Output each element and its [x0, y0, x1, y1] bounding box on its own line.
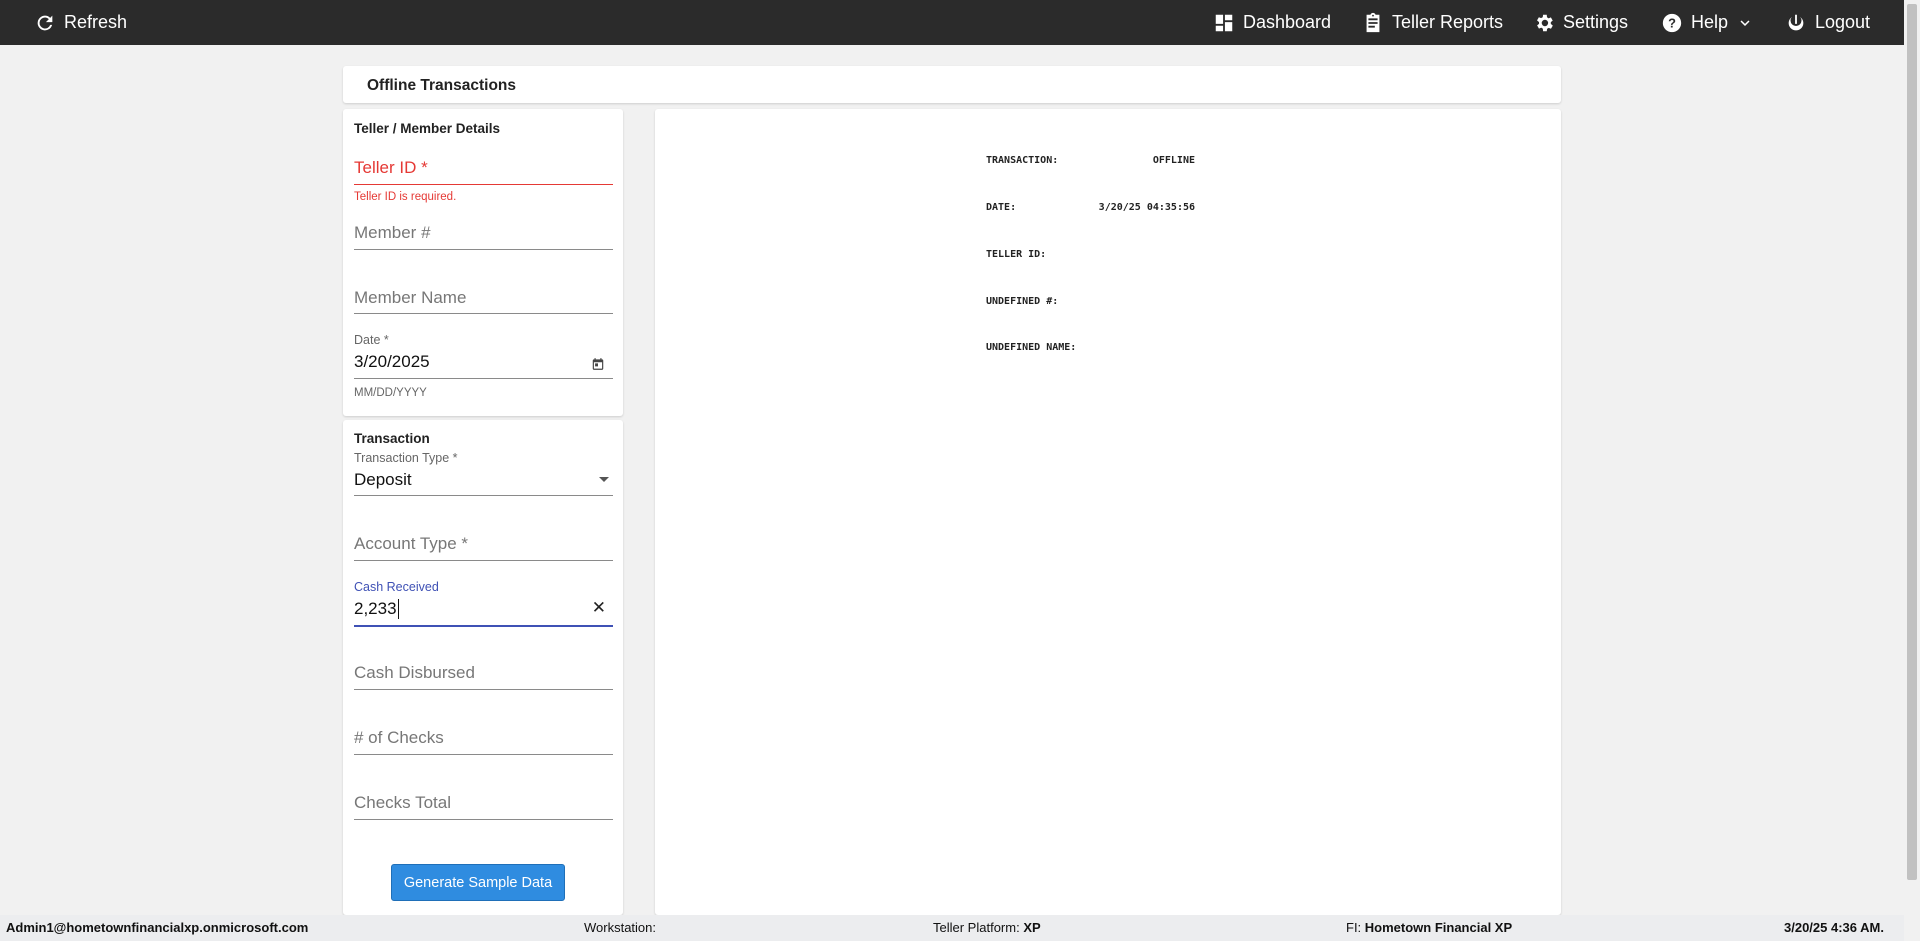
page-title: Offline Transactions	[367, 77, 517, 94]
settings-link[interactable]: Settings	[1533, 0, 1628, 45]
refresh-button[interactable]: Refresh	[34, 0, 127, 45]
account-type-select[interactable]: Account Type *	[354, 531, 613, 561]
transaction-type-label: Transaction Type *	[354, 451, 458, 465]
refresh-icon	[37, 15, 53, 30]
receipt-line: DATE: 3/20/25 04:35:56	[986, 200, 1195, 216]
cash-received-label: Cash Received	[354, 580, 439, 594]
receipt-line: UNDEFINED NAME:	[986, 340, 1195, 356]
help-menu[interactable]: ? Help	[1661, 0, 1754, 45]
teller-id-input[interactable]: Teller ID *	[354, 155, 613, 185]
account-type-placeholder: Account Type *	[354, 534, 469, 553]
dashboard-link[interactable]: Dashboard	[1213, 0, 1331, 45]
receipt-label: TELLER ID:	[986, 248, 1047, 260]
gear-icon	[1537, 14, 1553, 31]
scrollbar[interactable]	[1904, 0, 1920, 941]
teller-reports-label: Teller Reports	[1392, 12, 1504, 32]
num-checks-input[interactable]: # of Checks	[354, 725, 613, 755]
receipt-value: 3/20/25 04:35:56	[1098, 201, 1195, 213]
teller-id-error: Teller ID is required.	[354, 191, 457, 203]
platform-label: Teller Platform:	[933, 920, 1024, 935]
member-number-placeholder: Member #	[354, 223, 431, 242]
details-heading: Teller / Member Details	[354, 121, 501, 136]
teller-platform: Teller Platform: XP	[933, 920, 1041, 935]
receipt-label: TRANSACTION:	[986, 155, 1059, 167]
fi-value: Hometown Financial XP	[1364, 920, 1513, 935]
platform-value: XP	[1023, 920, 1041, 935]
checks-total-input[interactable]: Checks Total	[354, 790, 613, 820]
member-name-placeholder: Member Name	[354, 288, 467, 307]
transaction-heading: Transaction	[354, 431, 430, 446]
fi-info: FI: Hometown Financial XP	[1346, 920, 1512, 935]
date-input[interactable]: Date * 3/20/2025	[354, 333, 613, 379]
num-checks-placeholder: # of Checks	[354, 728, 444, 747]
workstation-label: Workstation:	[584, 920, 657, 935]
member-number-input[interactable]: Member #	[354, 220, 613, 250]
cash-received-value: 2,233	[354, 599, 399, 619]
receipt-label: UNDEFINED #:	[986, 295, 1059, 307]
help-icon: ?	[1662, 13, 1682, 32]
chevron-down-icon	[1740, 19, 1750, 26]
page-header: Offline Transactions	[343, 66, 1561, 103]
dropdown-arrow-icon	[599, 477, 609, 482]
dashboard-label: Dashboard	[1243, 12, 1332, 32]
logout-label: Logout	[1815, 12, 1871, 32]
transaction-type-select[interactable]: Transaction Type * Deposit	[354, 451, 613, 496]
svg-text:?: ?	[1668, 15, 1676, 30]
top-nav-bar: Refresh Dashboard Teller Reports Setting…	[0, 0, 1904, 45]
receipt-line: TELLER ID:	[986, 247, 1195, 263]
power-icon	[1788, 14, 1804, 30]
help-label: Help	[1691, 12, 1729, 32]
fi-label: FI:	[1346, 920, 1365, 935]
clipboard-icon	[1366, 12, 1380, 32]
receipt-line: TRANSACTION: OFFLINE	[986, 153, 1195, 169]
teller-reports-link[interactable]: Teller Reports	[1362, 0, 1503, 45]
date-label: Date *	[354, 333, 389, 347]
logout-button[interactable]: Logout	[1785, 0, 1870, 45]
cash-received-input[interactable]: Cash Received 2,233 ✕	[354, 580, 613, 627]
receipt-text: TRANSACTION: OFFLINE DATE: 3/20/25 04:35:5…	[986, 122, 1195, 387]
cash-disbursed-placeholder: Cash Disbursed	[354, 663, 475, 682]
cash-disbursed-input[interactable]: Cash Disbursed	[354, 660, 613, 690]
receipt-line: UNDEFINED #:	[986, 294, 1195, 310]
teller-id-placeholder: Teller ID *	[354, 158, 428, 177]
member-name-input[interactable]: Member Name	[354, 285, 613, 315]
settings-label: Settings	[1563, 12, 1629, 32]
footer-datetime: 3/20/25 4:36 AM.	[1784, 920, 1884, 935]
date-value: 3/20/2025	[354, 352, 430, 371]
receipt-label: UNDEFINED NAME:	[986, 342, 1077, 354]
refresh-label: Refresh	[64, 12, 128, 32]
calendar-icon[interactable]	[591, 357, 605, 371]
generate-sample-data-button[interactable]: Generate Sample Data	[391, 864, 565, 901]
date-format-hint: MM/DD/YYYY	[354, 387, 427, 399]
status-bar: Admin1@hometownfinancialxp.onmicrosoft.c…	[0, 915, 1904, 941]
scrollbar-thumb[interactable]	[1907, 4, 1917, 880]
receipt-preview: TRANSACTION: OFFLINE DATE: 3/20/25 04:35:5…	[655, 109, 1561, 915]
receipt-value: OFFLINE	[1152, 155, 1195, 167]
receipt-label: DATE:	[986, 201, 1017, 213]
user-email: Admin1@hometownfinancialxp.onmicrosoft.c…	[6, 920, 309, 935]
clear-icon[interactable]: ✕	[592, 598, 606, 618]
transaction-type-value: Deposit	[354, 470, 412, 489]
dashboard-icon	[1215, 14, 1233, 31]
checks-total-placeholder: Checks Total	[354, 793, 452, 812]
